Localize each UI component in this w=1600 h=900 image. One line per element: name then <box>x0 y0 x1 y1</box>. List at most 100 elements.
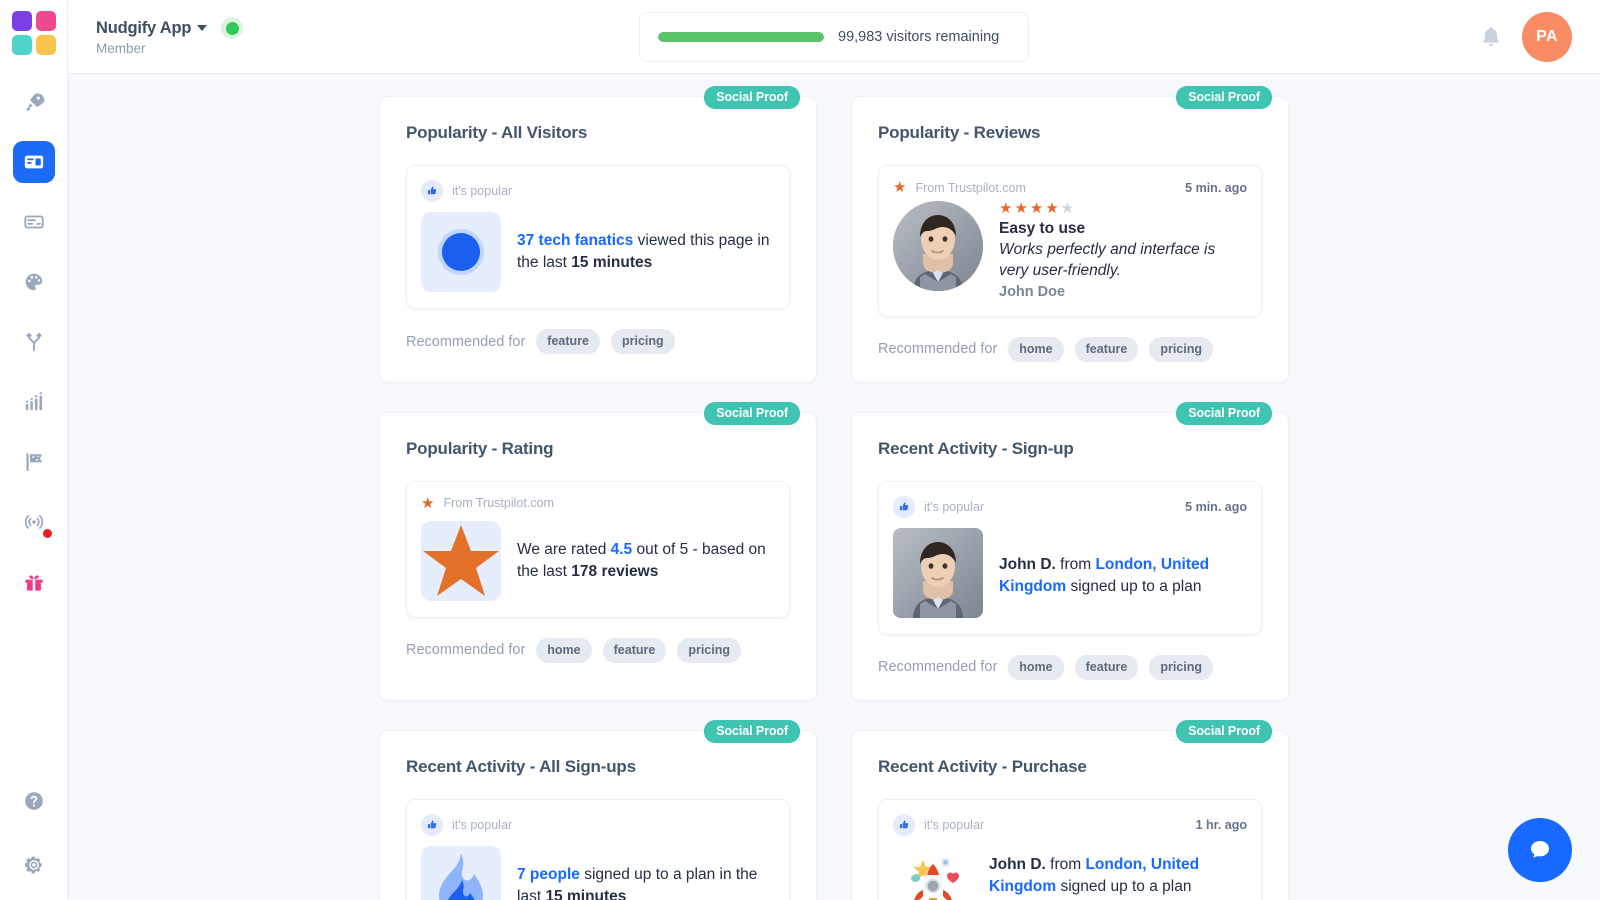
nudge-card[interactable]: Social Proof Recent Activity - All Sign-u… <box>379 719 817 900</box>
gear-icon <box>23 854 45 876</box>
card-title: Popularity - Reviews <box>878 123 1041 142</box>
status-badge: Social Proof <box>1176 719 1272 743</box>
preview-source-label: From Trustpilot.com <box>443 496 554 511</box>
bell-icon[interactable] <box>1478 24 1504 50</box>
star-icon: ★ <box>893 179 907 196</box>
app-root: Nudgify App Member 99,983 visitors remai… <box>0 0 1600 900</box>
message-text: from <box>1045 855 1086 873</box>
sidebar-item-templates[interactable] <box>13 201 55 243</box>
recommended-for-label: Recommended for <box>878 659 998 676</box>
visitor-quota-widget: 99,983 visitors remaining <box>639 11 1029 62</box>
chevron-down-icon[interactable] <box>197 25 208 31</box>
notification-dot <box>42 529 52 538</box>
person-photo <box>893 527 983 618</box>
star-icon: ★ <box>421 494 435 512</box>
review-quote: Works perfectly and interface is very us… <box>999 241 1216 280</box>
nudge-card[interactable]: Social Proof Popularity - Reviews ★ From Tr… <box>851 86 1289 383</box>
nudge-preview: ★ From Trustpilot.com We are rated 4.5 out… <box>406 480 790 618</box>
app-name: Nudgify App <box>96 18 192 37</box>
preview-header: it's popular <box>421 180 775 202</box>
status-badge: Social Proof <box>704 401 800 425</box>
page-tag[interactable]: feature <box>1074 336 1139 362</box>
nudge-card[interactable]: Social Proof Popularity - Rating ★ From Tru… <box>379 401 817 701</box>
topbar-right: PA <box>1478 11 1572 62</box>
card-title: Popularity - All Visitors <box>406 123 588 142</box>
message-highlight: 37 tech fanatics <box>517 232 634 249</box>
card-title: Recent Activity - Sign-up <box>878 438 1074 458</box>
preview-body: 7 people signed up to a plan in the last… <box>421 845 775 900</box>
logo-square-pink <box>35 11 56 31</box>
preview-header: it's popular 5 min. ago <box>893 495 1247 518</box>
message-text: signed up to a plan <box>1066 577 1202 595</box>
big-star-icon <box>421 520 501 601</box>
page-tag[interactable]: pricing <box>1149 654 1213 680</box>
preview-message: 37 tech fanatics viewed this page in the… <box>517 212 775 274</box>
sidebar-item-nudges[interactable] <box>12 141 55 183</box>
avatar[interactable]: PA <box>1522 11 1572 62</box>
chat-widget-button[interactable] <box>1508 818 1572 882</box>
status-badge: Social Proof <box>704 719 800 743</box>
preview-source-label: it's popular <box>452 817 513 832</box>
status-badge: Social Proof <box>704 86 800 109</box>
page-tag[interactable]: home <box>536 637 592 663</box>
sidebar-item-live[interactable] <box>13 501 55 543</box>
thumbs-up-icon <box>893 495 915 518</box>
preview-timestamp: 1 hr. ago <box>1195 817 1247 832</box>
preview-header: ★ From Trustpilot.com <box>421 496 775 511</box>
gift-icon <box>23 571 45 593</box>
page-tag[interactable]: pricing <box>1149 336 1213 362</box>
logo-square-yellow <box>35 35 56 55</box>
sidebar-item-design[interactable] <box>13 261 55 303</box>
preview-message: John D. from London, United Kingdom sign… <box>999 528 1247 598</box>
blue-dot-icon <box>421 212 501 292</box>
sidebar <box>0 0 68 900</box>
recommended-for-row: Recommended for home feature pricing <box>878 336 1262 362</box>
chat-bubble-icon <box>1531 841 1549 858</box>
nudgify-logo[interactable] <box>11 11 56 55</box>
preview-body: ★★★★★ Easy to use Works perfectly and inte… <box>893 201 1247 300</box>
page-tag[interactable]: pricing <box>610 329 675 354</box>
nudge-card[interactable]: Social Proof Recent Activity - Sign-up it'… <box>851 401 1289 701</box>
card-list-icon <box>23 211 45 233</box>
preview-body: John D. from London, United Kingdom sign… <box>893 846 1247 900</box>
recommended-for-row: Recommended for home feature pricing <box>878 654 1262 680</box>
bar-chart-icon <box>23 391 45 413</box>
brand-row: Nudgify App <box>96 17 244 39</box>
preview-source-label: it's popular <box>924 817 985 832</box>
page-tag[interactable]: feature <box>602 637 667 663</box>
sidebar-item-rewards[interactable] <box>13 561 55 603</box>
sidebar-item-analytics[interactable] <box>13 381 55 423</box>
nudge-preview: it's popular 7 people signed up to a plan… <box>406 798 790 900</box>
page-tag[interactable]: feature <box>536 329 600 354</box>
thumbs-up-icon <box>421 180 443 202</box>
logo-square-purple <box>11 11 32 31</box>
message-highlight: 178 reviews <box>571 562 659 580</box>
thumbs-up-icon <box>421 813 443 836</box>
review-star-rating: ★★★★★ <box>999 200 1077 217</box>
preview-message: John D. from London, United Kingdom sign… <box>989 846 1247 900</box>
person-photo <box>893 201 983 291</box>
nudge-card[interactable]: Social Proof Recent Activity - Purchase it… <box>851 719 1289 900</box>
message-highlight: 15 minutes <box>571 254 653 271</box>
preview-body: 37 tech fanatics viewed this page in the… <box>421 212 775 292</box>
account-role: Member <box>96 41 146 56</box>
page-tag[interactable]: home <box>1008 654 1064 680</box>
nudge-card-grid: Social Proof Popularity - All Visitors it'… <box>379 86 1289 900</box>
page-tag[interactable]: pricing <box>677 637 741 663</box>
card-title: Recent Activity - All Sign-ups <box>406 756 636 776</box>
sidebar-item-help[interactable] <box>13 780 55 822</box>
preview-timestamp: 5 min. ago <box>1185 499 1247 514</box>
sidebar-item-goals[interactable] <box>13 441 55 483</box>
preview-source-label: it's popular <box>452 184 513 198</box>
page-tag[interactable]: feature <box>1074 654 1139 680</box>
sidebar-item-settings[interactable] <box>13 844 55 886</box>
sidebar-item-flows[interactable] <box>13 321 55 363</box>
nudge-card[interactable]: Social Proof Popularity - All Visitors it'… <box>379 86 817 383</box>
brand-block: Nudgify App Member <box>96 17 244 56</box>
page-tag[interactable]: home <box>1008 336 1064 362</box>
sidebar-item-launch[interactable] <box>13 81 55 123</box>
topbar: Nudgify App Member 99,983 visitors remai… <box>68 0 1600 74</box>
flow-icon <box>23 331 45 353</box>
card-title: Recent Activity - Purchase <box>878 756 1087 776</box>
nudge-preview: ★ From Trustpilot.com 5 min. ago ★★★★★ Easy … <box>878 165 1262 317</box>
